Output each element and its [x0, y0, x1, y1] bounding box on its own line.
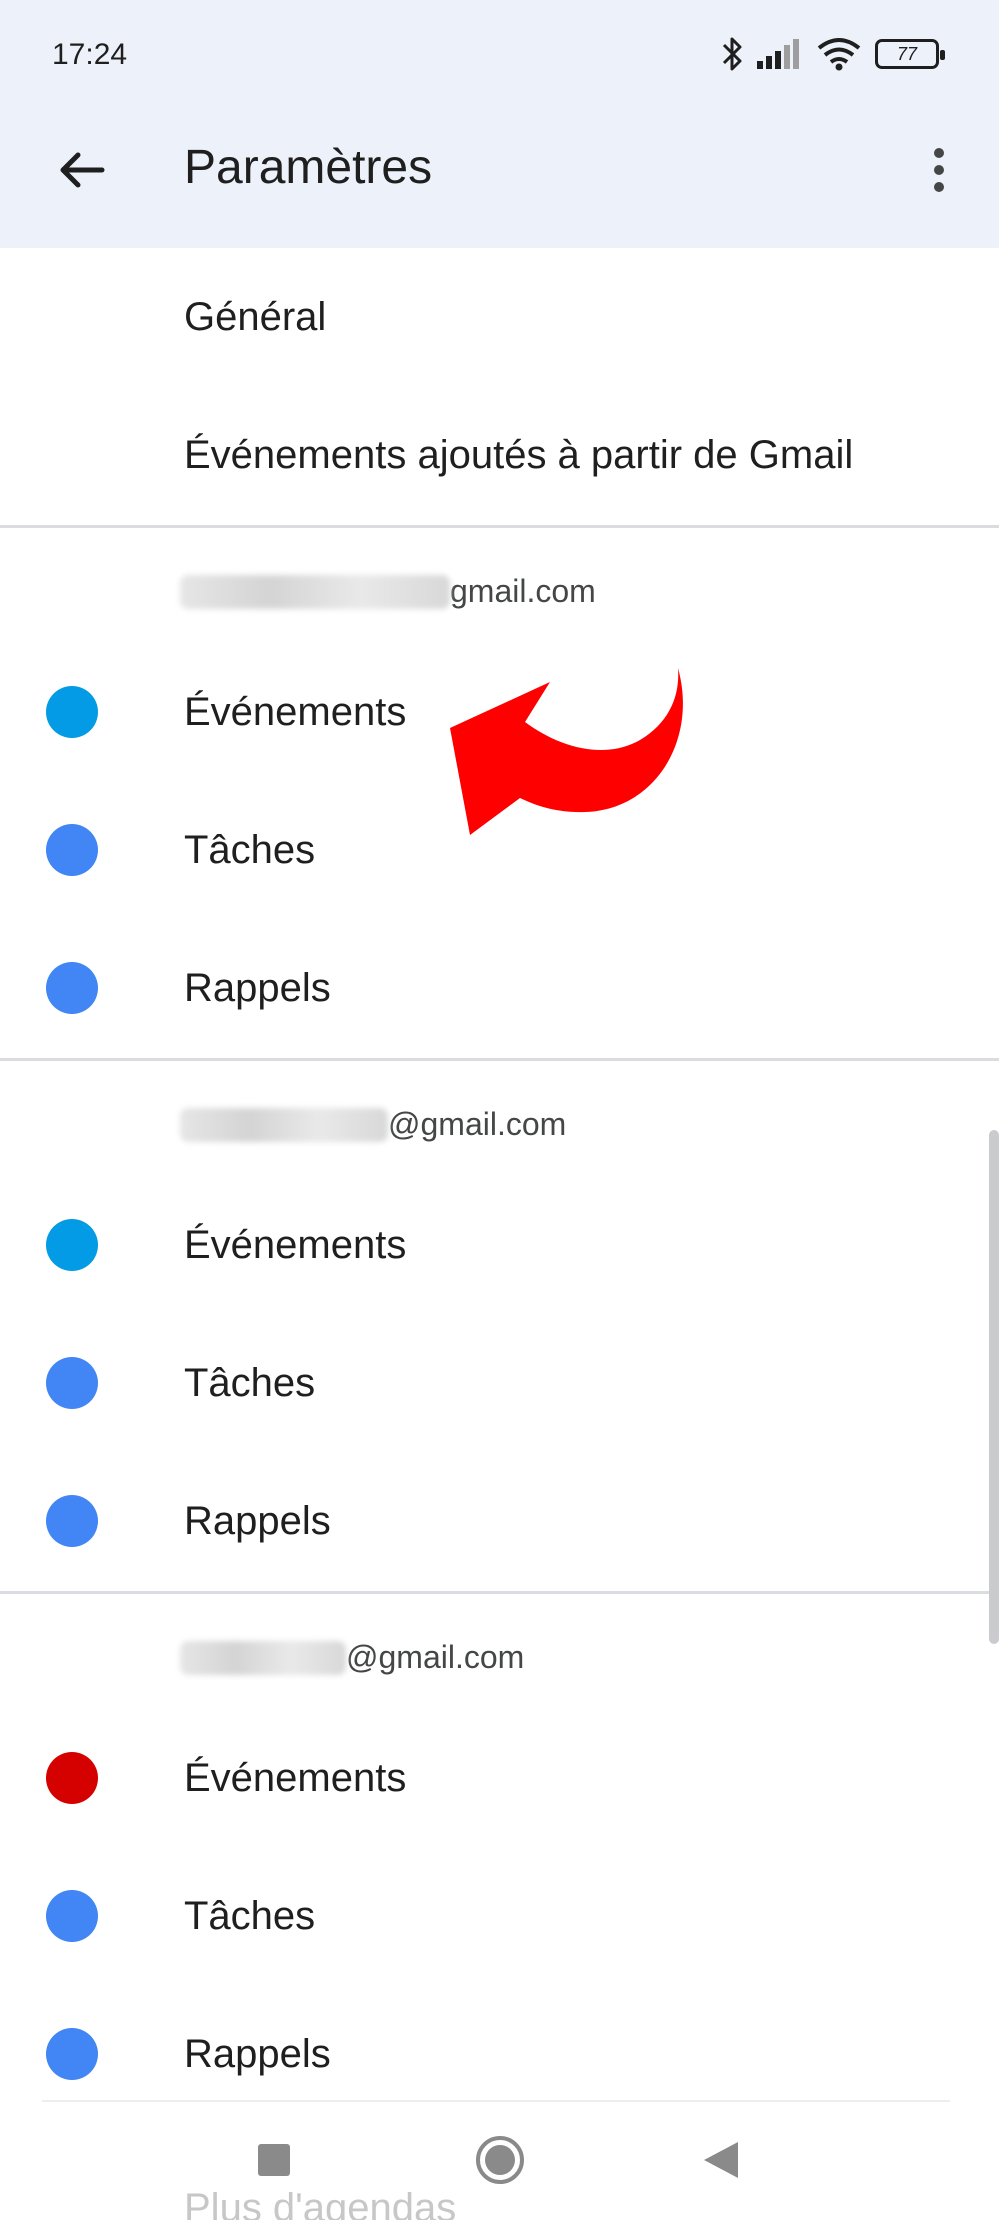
- recents-icon[interactable]: [258, 2144, 290, 2176]
- divider: [42, 2100, 950, 2102]
- account-header: gmail.com: [0, 529, 999, 643]
- bluetooth-icon: [721, 36, 743, 72]
- calendar-color-dot: [46, 824, 98, 876]
- blurred-username: [180, 1640, 346, 1675]
- account-email: gmail.com: [180, 573, 596, 610]
- account-email: @gmail.com: [180, 1106, 566, 1143]
- calendar-item[interactable]: Tâches: [0, 781, 999, 919]
- app-bar: 17:24 77 Paramètres: [0, 0, 999, 248]
- calendar-label: Rappels: [184, 965, 331, 1010]
- calendar-label: Événements: [184, 1755, 407, 1800]
- calendar-label: Événements: [184, 1222, 407, 1267]
- calendar-item[interactable]: Événements: [0, 1709, 999, 1847]
- calendar-item[interactable]: Tâches: [0, 1847, 999, 1985]
- divider: [0, 1591, 999, 1594]
- back-button[interactable]: [40, 128, 124, 212]
- more-calendars-item[interactable]: Plus d'agendas: [184, 2186, 456, 2220]
- battery-icon: 77: [875, 39, 945, 69]
- status-icons: 77: [721, 34, 945, 74]
- signal-icon: [757, 39, 803, 69]
- account-header: @gmail.com: [0, 1062, 999, 1176]
- calendar-label: Tâches: [184, 827, 316, 872]
- calendar-color-dot: [46, 686, 98, 738]
- calendar-label: Événements: [184, 689, 407, 734]
- list-item-label: Général: [184, 294, 327, 339]
- divider: [0, 525, 999, 528]
- list-item-general[interactable]: Général: [0, 248, 999, 386]
- calendar-label: Tâches: [184, 1893, 316, 1938]
- settings-screen: 17:24 77 Paramètres Général Événements a…: [0, 0, 999, 2220]
- arrow-back-icon: [60, 152, 105, 188]
- calendar-item[interactable]: Rappels: [0, 1452, 999, 1590]
- page-title: Paramètres: [184, 141, 433, 194]
- calendar-color-dot: [46, 1357, 98, 1409]
- more-options-button[interactable]: [897, 128, 981, 212]
- settings-list: Général Événements ajoutés à partir de G…: [0, 248, 999, 2123]
- calendar-color-dot: [46, 1219, 98, 1271]
- scrollbar[interactable]: [989, 1130, 999, 1644]
- home-icon[interactable]: [476, 2136, 524, 2184]
- system-back-icon[interactable]: [704, 2142, 738, 2178]
- calendar-color-dot: [46, 1890, 98, 1942]
- calendar-color-dot: [46, 1752, 98, 1804]
- account-header: @gmail.com: [0, 1595, 999, 1709]
- calendar-color-dot: [46, 2028, 98, 2080]
- calendar-item[interactable]: Rappels: [0, 919, 999, 1057]
- list-item-label: Événements ajoutés à partir de Gmail: [184, 432, 854, 477]
- account-email: @gmail.com: [180, 1639, 524, 1676]
- calendar-color-dot: [46, 962, 98, 1014]
- calendar-label: Tâches: [184, 1360, 316, 1405]
- blurred-username: [180, 1107, 388, 1142]
- wifi-icon: [817, 37, 861, 71]
- calendar-item[interactable]: Événements: [0, 643, 999, 781]
- calendar-label: Rappels: [184, 1498, 331, 1543]
- calendar-item[interactable]: Événements: [0, 1176, 999, 1314]
- blurred-username: [180, 574, 450, 609]
- status-time: 17:24: [52, 38, 128, 71]
- calendar-color-dot: [46, 1495, 98, 1547]
- calendar-item[interactable]: Tâches: [0, 1314, 999, 1452]
- more-vert-icon: [934, 148, 944, 192]
- calendar-label: Rappels: [184, 2031, 331, 2076]
- list-item-gmail-events[interactable]: Événements ajoutés à partir de Gmail: [0, 386, 999, 524]
- divider: [0, 1058, 999, 1061]
